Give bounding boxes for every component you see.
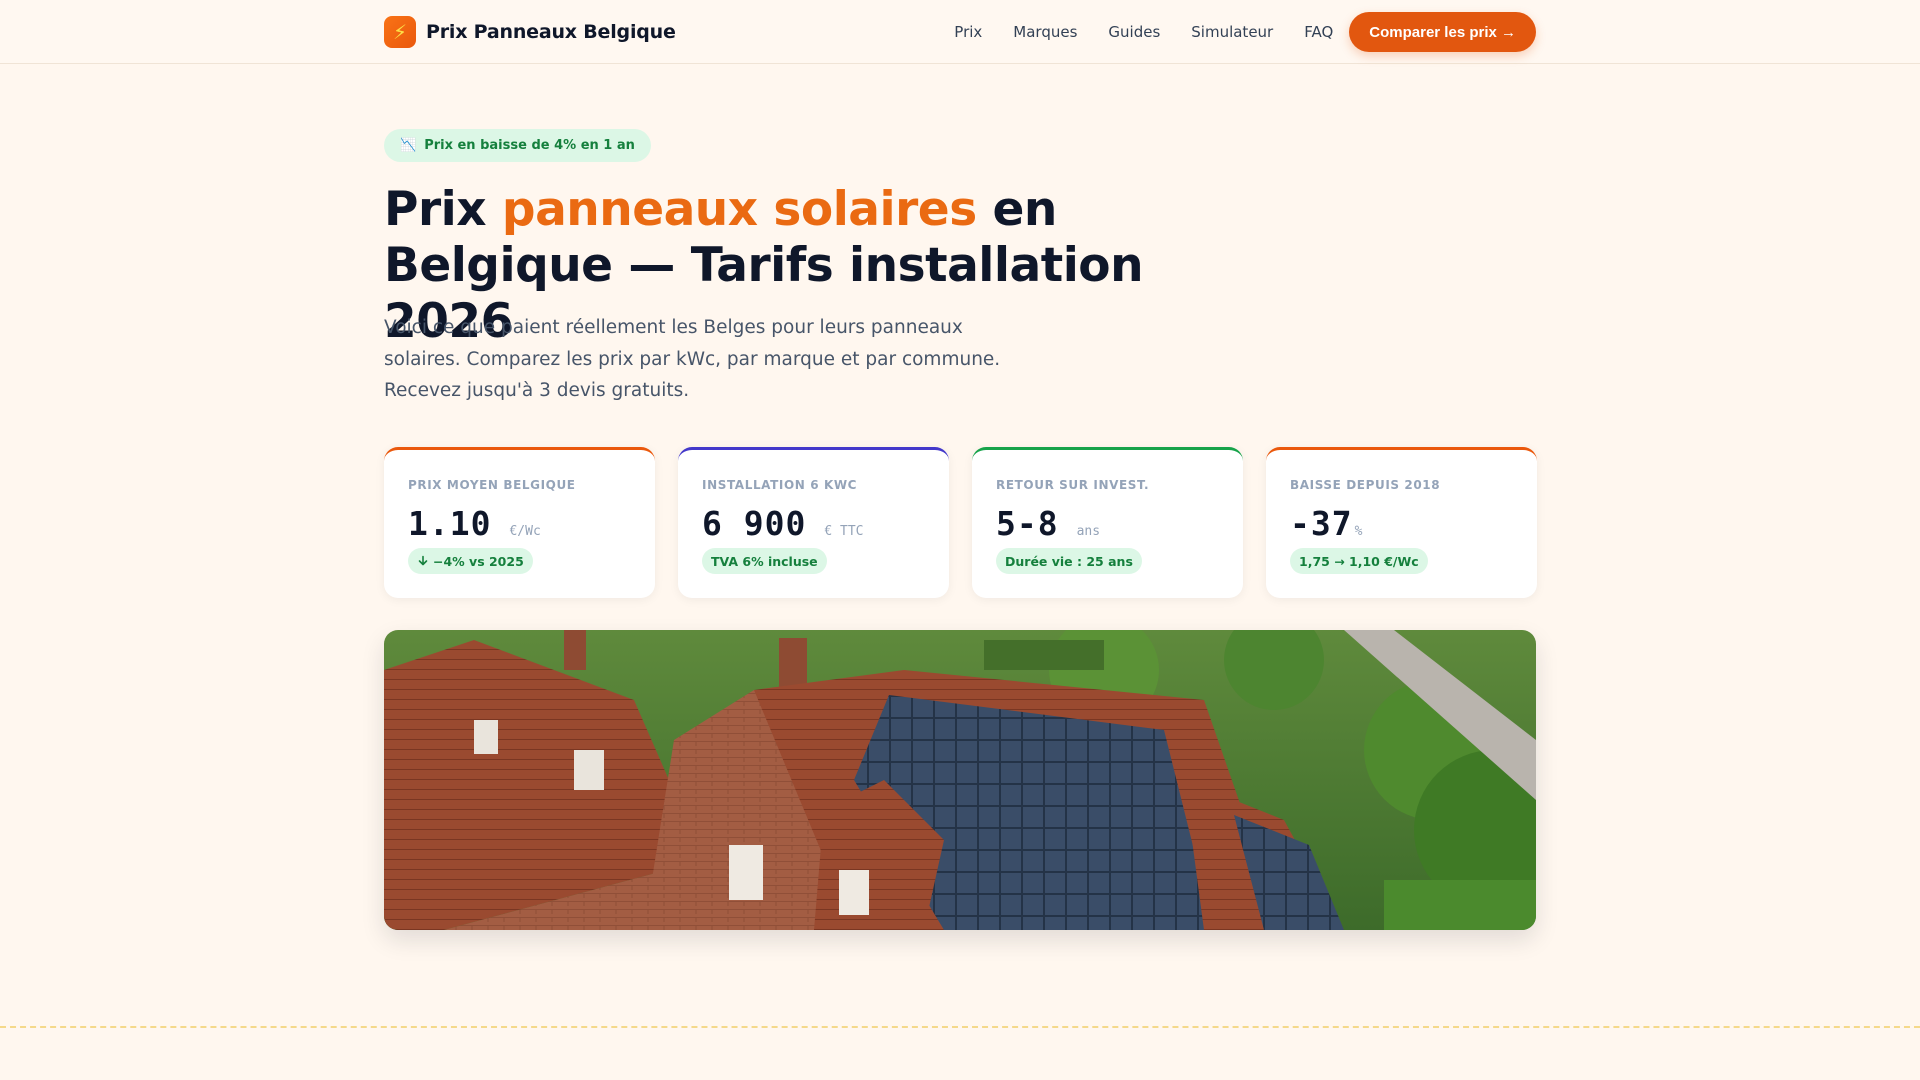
stat-pill-text: 1,75 → 1,10 €/Wc	[1299, 553, 1419, 569]
price-drop-badge: 📉 Prix en baisse de 4% en 1 an	[384, 129, 651, 162]
houses-with-solar-panels-illustration	[384, 630, 1536, 930]
stat-pill: 1,75 → 1,10 €/Wc	[1290, 548, 1428, 574]
stat-pill-text: Durée vie : 25 ans	[1005, 553, 1133, 569]
stat-label: Retour sur invest.	[996, 478, 1150, 492]
stat-unit: € TTC	[824, 524, 864, 539]
stat-card-installation: Installation 6 kWc 6 900 € TTC TVA 6% in…	[678, 447, 949, 598]
nav-link-prix[interactable]: Prix	[954, 12, 982, 52]
nav-link-simulateur[interactable]: Simulateur	[1191, 12, 1273, 52]
arrow-down-icon	[418, 555, 428, 566]
hero-image	[384, 630, 1536, 930]
stat-value: 5-8	[996, 504, 1059, 543]
brand-name: Prix Panneaux Belgique	[426, 21, 676, 43]
stat-label: Installation 6 kWc	[702, 478, 858, 492]
title-part1: Prix	[384, 182, 502, 237]
stat-value: 6 900	[702, 504, 807, 543]
intro-text: Voici ce que paient réellement les Belge…	[384, 317, 1001, 401]
chart-decreasing-icon: 📉	[400, 138, 417, 153]
stat-value: 1.10	[408, 504, 492, 543]
lightning-bolt-icon: ⚡	[384, 16, 416, 48]
nav-link-faq[interactable]: FAQ	[1304, 12, 1333, 52]
badge-text: Prix en baisse de 4% en 1 an	[424, 138, 635, 153]
brand[interactable]: ⚡ Prix Panneaux Belgique	[384, 16, 676, 48]
stat-pill: TVA 6% incluse	[702, 548, 827, 574]
stat-label: Prix moyen Belgique	[408, 478, 576, 492]
stat-pill-text: TVA 6% incluse	[711, 553, 818, 569]
stat-label: Baisse depuis 2018	[1290, 478, 1441, 492]
section-divider	[0, 1026, 1920, 1028]
nav-link-guides[interactable]: Guides	[1108, 12, 1160, 52]
stat-card-price-drop: Baisse depuis 2018 -37 % 1,75 → 1,10 €/W…	[1266, 447, 1537, 598]
stat-pill: −4% vs 2025	[408, 548, 533, 574]
stat-pill-text: −4% vs 2025	[433, 553, 524, 569]
stat-cards: Prix moyen Belgique 1.10 €/Wc −4% vs 202…	[384, 447, 1537, 598]
compare-prices-button[interactable]: Comparer les prix →	[1349, 12, 1536, 52]
stat-card-roi: Retour sur invest. 5-8 ans Durée vie : 2…	[972, 447, 1243, 598]
site-header: ⚡ Prix Panneaux Belgique Prix Marques Gu…	[0, 0, 1920, 64]
nav-link-marques[interactable]: Marques	[1013, 12, 1077, 52]
stat-pill: Durée vie : 25 ans	[996, 548, 1142, 574]
main-nav: Prix Marques Guides Simulateur FAQ Compa…	[954, 12, 1536, 52]
stat-value: -37	[1290, 504, 1353, 543]
stat-unit: ans	[1076, 524, 1101, 539]
title-accent: panneaux solaires	[501, 182, 977, 237]
stat-card-average-price: Prix moyen Belgique 1.10 €/Wc −4% vs 202…	[384, 447, 655, 598]
stat-unit: €/Wc	[509, 524, 541, 539]
stat-unit: %	[1354, 524, 1363, 539]
